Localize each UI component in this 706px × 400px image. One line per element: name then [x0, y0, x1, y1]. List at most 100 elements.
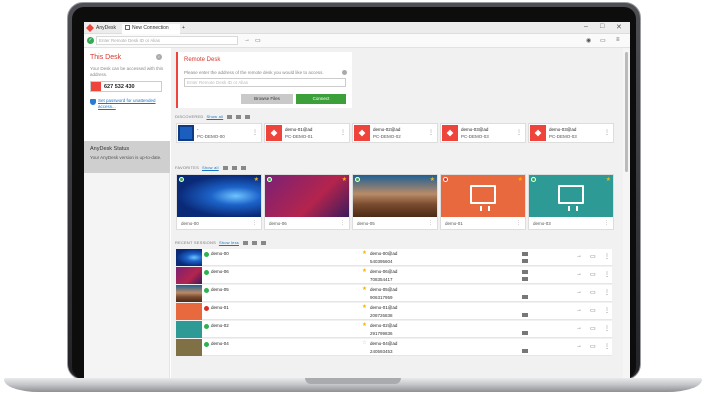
menu-dots-icon[interactable]: ⋮: [252, 129, 258, 136]
star-icon[interactable]: ★: [254, 176, 259, 183]
browse-files-button[interactable]: Browse Files: [241, 94, 293, 104]
recent-alias: demo-04@ad: [370, 341, 398, 346]
add-tab-button[interactable]: +: [182, 24, 185, 34]
star-icon[interactable]: ★: [606, 176, 611, 183]
address-input[interactable]: Enter Remote Desk ID or Alias: [96, 36, 238, 45]
star-icon[interactable]: ★: [342, 176, 347, 183]
close-button[interactable]: ✕: [616, 23, 622, 31]
discovered-card[interactable]: demo-02@ad PC-DEMO-02 ⋮: [352, 123, 438, 143]
set-password-link[interactable]: Set password for unattended access...: [98, 98, 164, 109]
file-icon[interactable]: ▭: [590, 271, 596, 278]
menu-dots-icon[interactable]: ⋮: [604, 129, 610, 136]
star-icon[interactable]: ★: [430, 176, 435, 183]
discovered-show-all-link[interactable]: Show all: [206, 114, 223, 119]
info-icon[interactable]: i: [156, 54, 162, 60]
connect-arrow-icon[interactable]: →: [576, 307, 582, 313]
favorite-card[interactable]: ★ demo-01 ⋮: [440, 174, 526, 230]
list-view-icon[interactable]: [231, 165, 237, 170]
recent-row[interactable]: demo-05 ★ demo-05@ad 906317959 → ▭ ⋮: [176, 285, 612, 302]
desk-id: 627 532 430: [104, 84, 135, 90]
recent-row[interactable]: demo-06 ★ demo-06@ad 708354417 → ▭ ⋮: [176, 267, 612, 284]
favorite-name: demo-00: [181, 221, 199, 226]
connect-button[interactable]: Connect: [296, 94, 346, 104]
favorite-card[interactable]: ★ demo-00 ⋮: [176, 174, 262, 230]
recent-thumbnail: [176, 303, 202, 320]
grid-view-icon[interactable]: [242, 240, 248, 245]
recent-name: demo-05: [211, 287, 229, 292]
connect-arrow-icon[interactable]: →: [576, 325, 582, 331]
star-icon[interactable]: ★: [362, 268, 367, 274]
connect-arrow-icon[interactable]: →: [576, 343, 582, 349]
list-view-icon[interactable]: [236, 114, 242, 119]
file-icon[interactable]: ▭: [590, 325, 596, 332]
tab-anydesk[interactable]: AnyDesk: [96, 24, 116, 34]
menu-dots-icon[interactable]: ⋮: [428, 220, 433, 226]
recent-thumbnail: [176, 249, 202, 266]
file-icon[interactable]: ▭: [590, 253, 596, 260]
connect-arrow-icon[interactable]: →: [576, 289, 582, 295]
recent-row[interactable]: demo-00 ★ demo-00@ad 540395604 → ▭ ⋮: [176, 249, 612, 266]
recent-show-less-link[interactable]: Show less: [219, 240, 239, 245]
menu-dots-icon[interactable]: ⋮: [604, 253, 610, 260]
menu-dots-icon[interactable]: ⋮: [604, 220, 609, 226]
recent-row[interactable]: demo-02 ★ demo-02@ad 291799836 → ▭ ⋮: [176, 321, 612, 338]
star-icon[interactable]: ★: [362, 286, 367, 292]
file-icon[interactable]: ▭: [590, 343, 596, 350]
menu-dots-icon[interactable]: ⋮: [428, 129, 434, 136]
menu-dots-icon[interactable]: ⋮: [604, 325, 610, 332]
discovered-id: PC-DEMO-01: [285, 134, 313, 139]
favorite-name: demo-05: [357, 221, 375, 226]
discovered-card[interactable]: - PC-DEMO-00 ⋮: [176, 123, 262, 143]
recent-row[interactable]: demo-04 ☆ demo-04@ad 240593453 → ▭ ⋮: [176, 339, 612, 356]
discovered-card[interactable]: demo-03@ad PC-DEMO-03 ⋮: [528, 123, 614, 143]
menu-dots-icon[interactable]: ⋮: [604, 271, 610, 278]
menu-dots-icon[interactable]: ⋮: [252, 220, 257, 226]
maximize-button[interactable]: □: [600, 23, 604, 30]
connect-arrow-icon[interactable]: →: [576, 253, 582, 259]
connect-arrow-icon[interactable]: →: [576, 271, 582, 277]
tile-view-icon[interactable]: [245, 114, 251, 119]
menu-dots-icon[interactable]: ⋮: [516, 220, 521, 226]
file-icon[interactable]: ▭: [255, 37, 261, 44]
monitor-icon[interactable]: ▭: [600, 37, 606, 44]
arrow-right-icon[interactable]: →: [244, 37, 250, 43]
recent-row[interactable]: demo-01 ★ demo-01@ad 208726838 → ▭ ⋮: [176, 303, 612, 320]
scrollbar-thumb[interactable]: [625, 52, 628, 172]
favorite-card[interactable]: ★ demo-03 ⋮: [528, 174, 614, 230]
grid-view-icon[interactable]: [227, 114, 233, 119]
star-icon[interactable]: ★: [362, 250, 367, 256]
info-icon[interactable]: [342, 70, 347, 75]
menu-dots-icon[interactable]: ⋮: [604, 307, 610, 314]
favorite-card[interactable]: ★ demo-06 ⋮: [264, 174, 350, 230]
menu-dots-icon[interactable]: ⋮: [604, 343, 610, 350]
menu-dots-icon[interactable]: ⋮: [340, 129, 346, 136]
discovered-card[interactable]: demo-03@ad PC-DEMO-03 ⋮: [440, 123, 526, 143]
menu-dots-icon[interactable]: ⋮: [604, 289, 610, 296]
star-icon[interactable]: ★: [518, 176, 523, 183]
this-desk-title: This Desk: [90, 54, 122, 61]
list-view-icon[interactable]: [251, 240, 257, 245]
tile-view-icon[interactable]: [260, 240, 266, 245]
star-icon[interactable]: ★: [362, 304, 367, 310]
eye-icon[interactable]: ◉: [586, 37, 591, 44]
star-outline-icon[interactable]: ☆: [362, 340, 367, 346]
remote-id-input[interactable]: Enter Remote Desk ID or Alias: [184, 78, 346, 87]
star-icon[interactable]: ★: [362, 322, 367, 328]
menu-icon[interactable]: ≡: [616, 37, 620, 43]
file-icon[interactable]: ▭: [590, 289, 596, 296]
tab-bar: AnyDesk New Connection + – □ ✕: [84, 22, 630, 34]
favorites-show-all-link[interactable]: Show all: [202, 165, 219, 170]
tab-new-connection[interactable]: New Connection: [122, 24, 180, 34]
favorite-card[interactable]: ★ demo-05 ⋮: [352, 174, 438, 230]
menu-dots-icon[interactable]: ⋮: [516, 129, 522, 136]
desk-id-box[interactable]: 627 532 430: [90, 81, 162, 92]
grid-view-icon[interactable]: [222, 165, 228, 170]
file-icon[interactable]: ▭: [590, 307, 596, 314]
menu-dots-icon[interactable]: ⋮: [340, 220, 345, 226]
favorite-name: demo-01: [445, 221, 463, 226]
favorite-thumbnail: [265, 175, 349, 217]
minimize-button[interactable]: –: [584, 23, 588, 30]
discovered-card[interactable]: demo-01@ad PC-DEMO-01 ⋮: [264, 123, 350, 143]
status-text: Your AnyDesk version is up-to-date.: [90, 155, 162, 160]
tile-view-icon[interactable]: [240, 165, 246, 170]
